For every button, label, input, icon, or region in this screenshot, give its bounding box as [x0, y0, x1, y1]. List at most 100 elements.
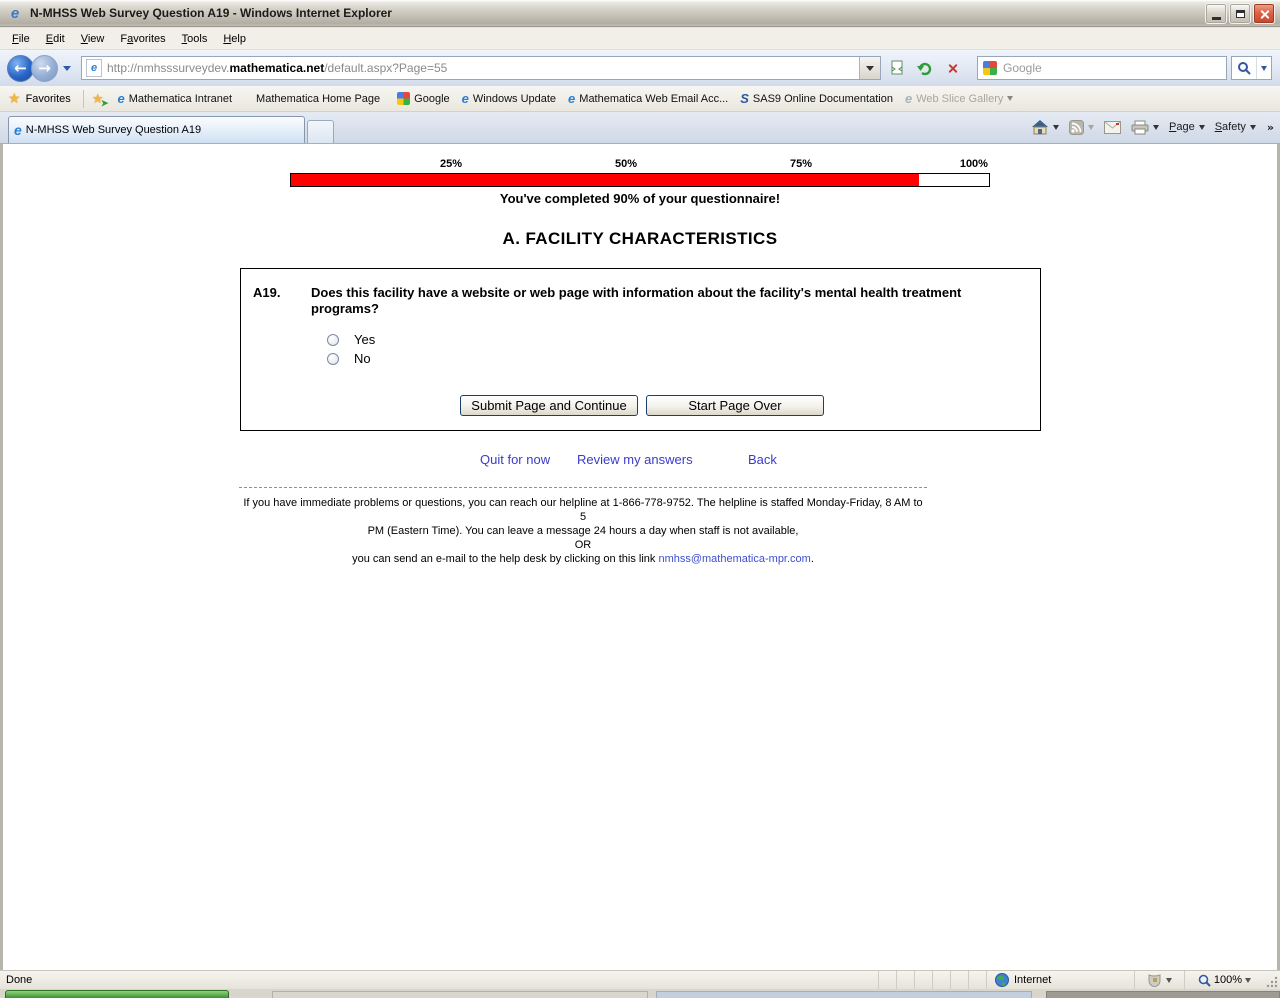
toolbar-overflow-chevron[interactable]: »: [1267, 121, 1274, 134]
feeds-button[interactable]: [1064, 115, 1099, 139]
safety-menu-button[interactable]: Safety: [1210, 115, 1261, 139]
quit-for-now-link[interactable]: Quit for now: [480, 452, 550, 467]
tick-50: 50%: [614, 158, 638, 170]
add-favorite-button[interactable]: ★ ➤: [92, 90, 109, 108]
favorite-mathematica-home-page[interactable]: Mathematica Home Page: [256, 93, 380, 105]
home-button[interactable]: [1026, 115, 1064, 139]
search-button-group: [1231, 56, 1272, 80]
page-menu-button[interactable]: Page: [1164, 115, 1210, 139]
search-magnifier-icon: [1238, 62, 1251, 75]
ie-page-icon-gray: e: [904, 91, 913, 106]
tab-nmhss-survey[interactable]: e N-MHSS Web Survey Question A19: [8, 116, 305, 143]
print-button[interactable]: [1126, 115, 1164, 139]
back-link[interactable]: Back: [748, 452, 777, 467]
favorites-bar: ★ Favorites ★ ➤ e Mathematica Intranet Mat…: [0, 86, 1280, 112]
start-page-over-button[interactable]: Start Page Over: [646, 395, 824, 416]
forward-button[interactable]: →: [31, 54, 58, 82]
menu-bar: File Edit View Favorites Tools Help: [0, 28, 1280, 50]
option-yes-label: Yes: [354, 332, 376, 347]
sas-icon: S: [740, 91, 749, 106]
compatibility-view-button[interactable]: [884, 56, 909, 81]
protected-mode-button[interactable]: [1134, 970, 1184, 990]
helpline-or: OR: [574, 539, 592, 551]
close-button[interactable]: [1253, 3, 1275, 24]
address-dropdown-button[interactable]: [859, 57, 880, 79]
taskbar-button[interactable]: [656, 991, 1032, 998]
favorite-web-slice-gallery[interactable]: e Web Slice Gallery: [904, 91, 1014, 106]
search-go-button[interactable]: [1232, 57, 1256, 79]
favorite-sas9-documentation[interactable]: S SAS9 Online Documentation: [740, 91, 893, 106]
resize-grip[interactable]: [1264, 971, 1280, 990]
helpline-line2: PM (Eastern Time). You can leave a messa…: [367, 525, 799, 537]
favorites-label[interactable]: Favorites: [26, 93, 71, 105]
ie-page-icon: e: [568, 91, 576, 106]
taskbar-button[interactable]: [272, 991, 648, 998]
google-favicon-icon: [397, 92, 411, 105]
option-yes: Yes: [327, 332, 375, 347]
compatibility-view-icon: [891, 60, 902, 75]
progress-fill: [291, 174, 920, 186]
menu-tools[interactable]: Tools: [174, 30, 216, 48]
back-button[interactable]: ←: [7, 54, 34, 82]
window-title: N-MHSS Web Survey Question A19 - Windows…: [30, 6, 392, 20]
review-my-answers-link[interactable]: Review my answers: [577, 452, 693, 467]
question-number: A19.: [253, 285, 281, 300]
favorite-mathematica-intranet[interactable]: e Mathematica Intranet: [117, 92, 232, 105]
helpline-email-line: you can send an e-mail to the help desk …: [352, 553, 814, 565]
forward-arrow-icon: →: [38, 59, 51, 77]
menu-view[interactable]: View: [73, 30, 113, 48]
progress-tick-labels: 25% 50% 75% 100%: [290, 158, 990, 172]
restore-button[interactable]: [1229, 3, 1251, 24]
status-bar: Done Internet 100%: [0, 970, 1280, 990]
progress-message: You've completed 90% of your questionnai…: [499, 191, 781, 206]
question-box: A19. Does this facility have a website o…: [240, 268, 1041, 431]
refresh-button[interactable]: [912, 56, 937, 81]
chevron-down-icon: [1007, 96, 1014, 101]
option-no-label: No: [354, 351, 371, 366]
minimize-button[interactable]: [1205, 3, 1227, 24]
tick-75: 75%: [789, 158, 813, 170]
favorite-windows-update[interactable]: e Windows Update: [462, 92, 556, 105]
refresh-icon: [917, 62, 932, 75]
help-email-link[interactable]: nmhss@mathematica-mpr.com: [658, 553, 810, 565]
button-row: Submit Page and Continue Start Page Over: [460, 395, 824, 416]
search-input[interactable]: [1003, 61, 1226, 75]
printer-icon: [1131, 120, 1149, 134]
chevron-down-icon: [1087, 124, 1094, 130]
chevron-down-icon: [1198, 124, 1205, 130]
chevron-down-icon: [866, 65, 874, 71]
add-favorite-arrow-icon: ➤: [100, 97, 109, 108]
address-bar[interactable]: e http://nmhsssurveydev.mathematica.net/…: [81, 56, 881, 80]
favorite-google[interactable]: Google: [392, 92, 450, 105]
close-icon: [1259, 9, 1269, 19]
minimize-icon: [1211, 17, 1221, 20]
option-no: No: [327, 351, 371, 366]
start-button[interactable]: [5, 990, 229, 998]
submit-page-button[interactable]: Submit Page and Continue: [460, 395, 638, 416]
zoom-control[interactable]: 100%: [1184, 970, 1264, 990]
ie-page-icon: e: [461, 91, 469, 106]
globe-icon: [995, 973, 1009, 987]
radio-no[interactable]: [327, 352, 339, 365]
zoom-level: 100%: [1213, 974, 1243, 986]
menu-edit[interactable]: Edit: [38, 30, 73, 48]
taskbar-button[interactable]: [1046, 991, 1280, 998]
chevron-down-icon: [1166, 977, 1172, 983]
google-logo-icon: [983, 61, 997, 75]
menu-favorites[interactable]: Favorites: [112, 30, 173, 48]
rss-feed-icon: [1068, 119, 1084, 135]
radio-yes[interactable]: [327, 333, 339, 346]
chevron-down-icon: [1261, 65, 1267, 71]
help-footer: If you have immediate problems or questi…: [239, 487, 927, 566]
new-tab-stub[interactable]: [307, 120, 334, 143]
stop-x-icon: [947, 63, 958, 74]
menu-file[interactable]: File: [4, 30, 38, 48]
search-options-caret[interactable]: [1256, 57, 1271, 79]
menu-help[interactable]: Help: [215, 30, 254, 48]
stop-button[interactable]: [940, 56, 965, 81]
question-text: Does this facility have a website or web…: [311, 285, 962, 316]
search-box[interactable]: [977, 56, 1227, 80]
favorite-mathematica-web-email[interactable]: e Mathematica Web Email Acc...: [568, 92, 728, 105]
history-dropdown-caret[interactable]: [63, 65, 71, 71]
read-mail-button[interactable]: [1099, 115, 1126, 139]
